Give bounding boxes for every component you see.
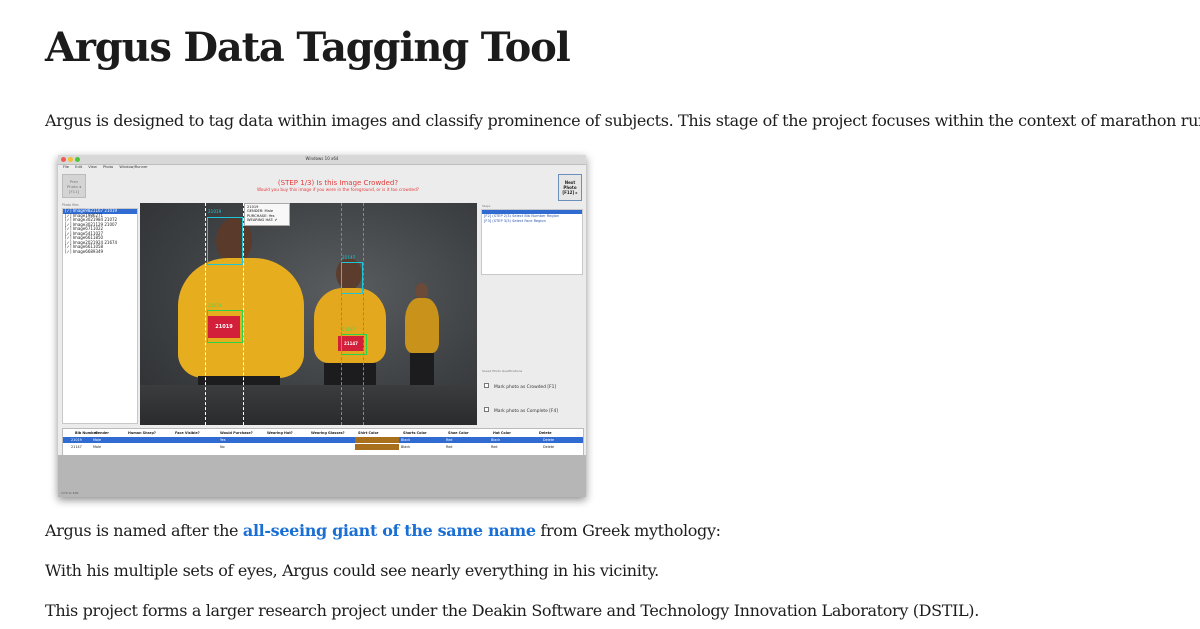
- named-text-before: Argus is named after the: [45, 521, 243, 540]
- grid-cell: Black: [491, 438, 501, 442]
- runner-grid: Bib Number Gender Human Sharp? Face Visi…: [62, 428, 584, 456]
- grid-header-cell: Face Visible?: [175, 431, 200, 435]
- crowded-checkbox: Mark photo as Crowded [F1]: [484, 383, 556, 390]
- grid-header-cell: Wearing Glasses?: [311, 431, 345, 435]
- file-list: [✓] Image9821167 21019 [✓] Image1986271 …: [62, 208, 138, 424]
- shirt-swatch: [355, 437, 399, 443]
- crowded-label: Mark photo as Crowded [F1]: [494, 385, 557, 390]
- box-label: 21147: [342, 255, 356, 260]
- grid-cell: Black: [401, 445, 411, 449]
- checkbox-icon: [484, 383, 489, 388]
- list-item: [F3] (STEP 3/3) Select Face Region: [484, 218, 546, 223]
- steps-label: Steps: [482, 204, 491, 208]
- menu-window: Window/Runner: [119, 165, 148, 169]
- next-photo-button: Next Photo [F12] ▸: [558, 174, 582, 201]
- menu-photo: Photo: [102, 165, 114, 169]
- guide-line: [341, 203, 342, 425]
- steps-list: [F2] (STEP 2/3) Select Bib Number Region…: [481, 209, 583, 275]
- guide-line: [363, 203, 364, 425]
- grid-cell: 21147: [71, 445, 82, 449]
- grid-cell: 21019: [71, 438, 82, 442]
- window-title: Windows 10 x64: [305, 156, 339, 161]
- project-paragraph: This project forms a larger research pro…: [45, 601, 979, 620]
- file-panel: Photo files [✓] Image9821167 21019 [✓] I…: [62, 203, 138, 424]
- status-area: 1/70 to 400: [58, 455, 586, 497]
- grid-header: Bib Number Gender Human Sharp? Face Visi…: [63, 430, 583, 436]
- eyes-paragraph: With his multiple sets of eyes, Argus co…: [45, 561, 659, 580]
- runner-tooltip: 21019 GENDER: Male PURCHASE: Yes WEARING…: [244, 203, 290, 226]
- tool-screenshot: Windows 10 x64 File Edit View Photo Wind…: [58, 155, 586, 497]
- page-title: Argus Data Tagging Tool: [45, 24, 571, 71]
- grid-cell: Yes: [220, 438, 226, 442]
- grid-header-cell: Shoe Color: [448, 431, 469, 435]
- face-box: [207, 217, 243, 265]
- named-text-after: from Greek mythology:: [535, 521, 721, 540]
- bib-box: [341, 334, 367, 355]
- prev-photo-button: Prev Photo ◂ [F11]: [62, 174, 86, 198]
- road: [140, 385, 477, 425]
- menu-bar: File Edit View Photo Window/Runner: [58, 165, 148, 171]
- grid-cell: Black: [401, 438, 411, 442]
- checkbox-icon: [484, 407, 489, 412]
- guide-line: [205, 203, 206, 425]
- table-row: 21019 Male Yes Black Red Black Delete: [63, 437, 583, 443]
- grid-cell: Red: [446, 445, 453, 449]
- tooltip-line: WEARING HAT: ✔: [247, 218, 278, 223]
- complete-checkbox: Mark photo as Complete [F4]: [484, 407, 558, 414]
- box-label: 21019: [208, 303, 222, 308]
- grid-cell: Red: [446, 438, 453, 442]
- bib-box: [207, 310, 243, 343]
- runner-photo: 21147 21019 21019 21147 21019 21147 2101…: [140, 203, 477, 425]
- next-shortcut: [F12] ▸: [562, 190, 578, 195]
- grid-cell: Red: [491, 445, 498, 449]
- grid-cell: Delete: [543, 438, 555, 442]
- grid-header-cell: Shorts Color: [403, 431, 427, 435]
- status-text: 1/70 to 400: [61, 491, 79, 495]
- prev-shortcut: [F11]: [69, 189, 79, 194]
- grid-cell: Male: [93, 438, 102, 442]
- grid-cell: No: [220, 445, 225, 449]
- options-label: Saved Photo Qualifications: [482, 369, 523, 373]
- grid-header-cell: Delete: [539, 431, 552, 435]
- window-titlebar: Windows 10 x64: [58, 155, 586, 165]
- grid-cell: Delete: [543, 445, 555, 449]
- grid-cell: Male: [93, 445, 102, 449]
- guide-line: [243, 203, 244, 425]
- complete-label: Mark photo as Complete [F4]: [494, 409, 558, 414]
- greek-giant-link[interactable]: all-seeing giant of the same name: [243, 521, 536, 540]
- grid-header-cell: Gender: [95, 431, 109, 435]
- shirt-swatch: [355, 444, 399, 450]
- menu-file: File: [63, 165, 70, 169]
- menu-view: View: [88, 165, 97, 169]
- step-subtitle: Would you buy this image if you were in …: [257, 187, 419, 192]
- intro-paragraph: Argus is designed to tag data within ima…: [45, 111, 1200, 130]
- box-label: 21019: [208, 209, 222, 214]
- menu-edit: Edit: [75, 165, 83, 169]
- grid-header-cell: Hat Color: [493, 431, 511, 435]
- table-row: 21147 Male No Black Red Red Delete: [63, 444, 583, 450]
- grid-header-cell: Shirt Color: [358, 431, 379, 435]
- list-item: [✓] Image6689349: [65, 248, 104, 254]
- grid-header-cell: Human Sharp?: [128, 431, 156, 435]
- face-box: [341, 262, 363, 294]
- named-paragraph: Argus is named after the all-seeing gian…: [45, 520, 721, 542]
- step-title: (STEP 1/3) Is this Image Crowded?: [277, 179, 399, 187]
- grid-header-cell: Would Purchase?: [220, 431, 253, 435]
- box-label: 21147: [342, 327, 356, 332]
- grid-header-cell: Wearing Hat?: [267, 431, 293, 435]
